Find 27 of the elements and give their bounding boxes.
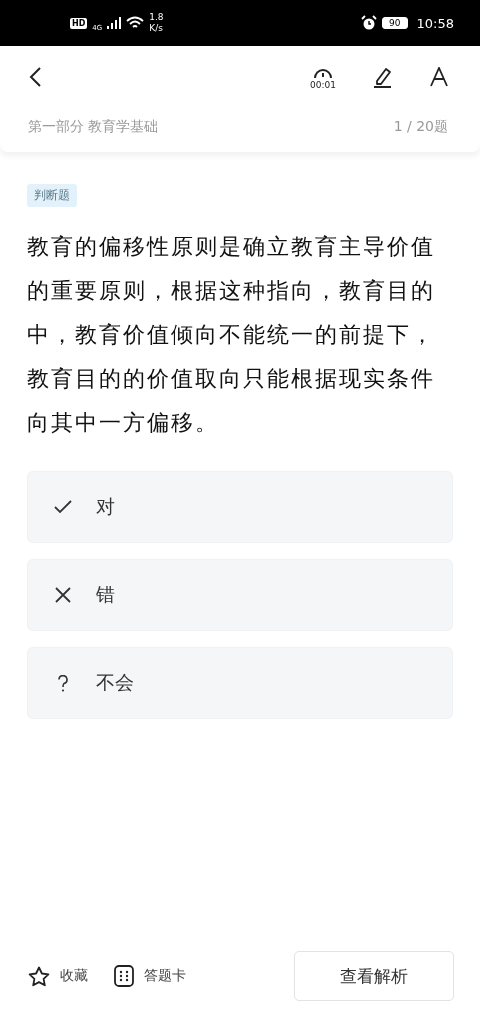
answer-option[interactable]: 错 [27,559,453,631]
question-text: 教育的偏移性原则是确立教育主导价值的重要原则，根据这种指向，教育目的中，教育价值倾向不能统一的前提下，教育目的的价值取向只能根据现实条件向其中一方偏移。 [27,233,436,437]
answer-option[interactable]: 不会 [27,647,453,719]
hd-badge: HD [70,17,88,29]
progress-counter: 1 / 20题 [393,118,448,136]
check-icon [54,500,72,514]
answer-option[interactable]: 对 [27,471,453,543]
timer-icon[interactable] [313,68,334,79]
battery-indicator: 90 [382,17,408,29]
back-icon[interactable] [28,66,42,88]
font-size-icon[interactable] [430,67,448,87]
pencil-icon[interactable] [372,66,394,88]
answer-card-button[interactable]: 答题卡 [114,965,186,987]
alarm-icon [361,15,378,31]
signal-icon [107,17,122,29]
timer-text: 00:01 [310,80,336,90]
grid-icon [114,965,134,987]
star-icon [28,965,50,987]
view-analysis-button[interactable]: 查看解析 [294,951,454,1001]
clock: 10:58 [416,15,454,31]
question-type-tag: 判断题 [27,184,77,207]
speed-value: 1.8 [149,12,164,23]
favorite-button[interactable]: 收藏 [28,965,88,987]
wifi-icon [126,16,145,30]
speed-unit: K/s [149,23,164,34]
section-title: 第一部分 教育学基础 [28,118,159,136]
cross-icon [54,587,72,603]
